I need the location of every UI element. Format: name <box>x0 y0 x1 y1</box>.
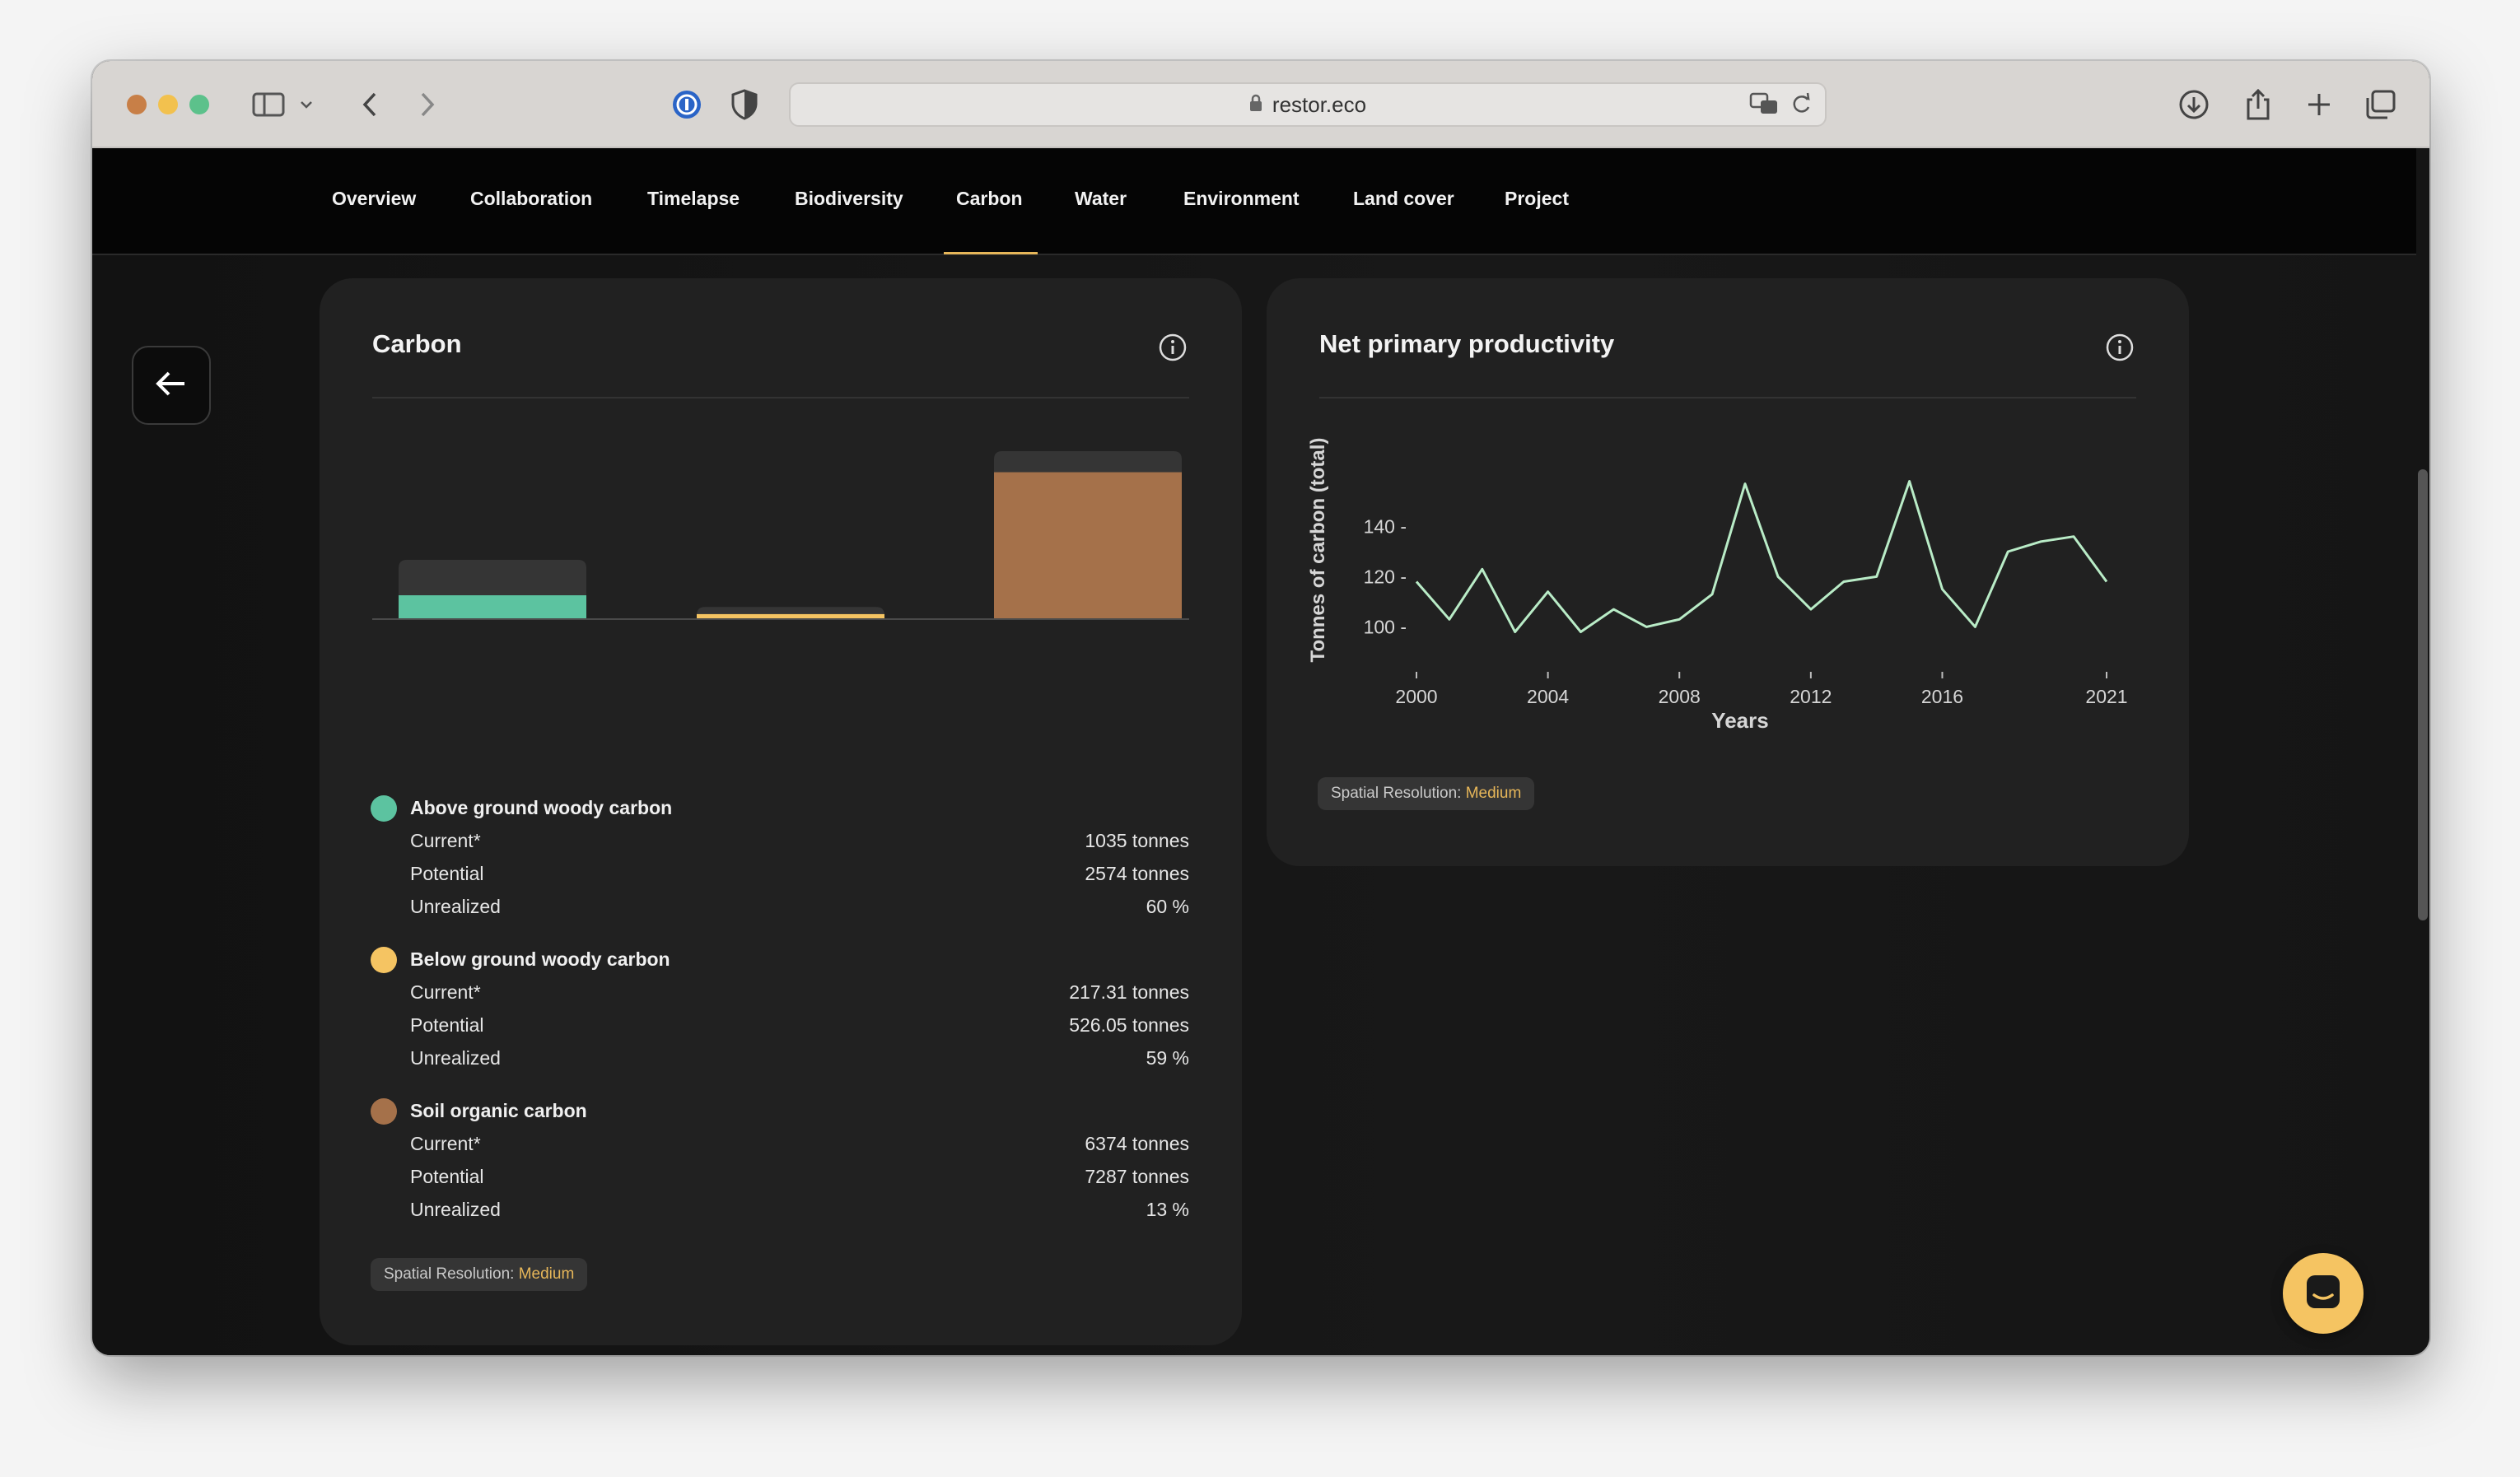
new-tab-icon[interactable] <box>2301 86 2337 123</box>
maximize-window-button[interactable] <box>189 95 209 114</box>
tab-project[interactable]: Project <box>1505 188 1569 221</box>
back-button[interactable] <box>132 346 211 425</box>
tab-land-cover[interactable]: Land cover <box>1353 188 1454 221</box>
npp-card-title: Net primary productivity <box>1319 329 1615 358</box>
tab-overview-icon[interactable] <box>2362 86 2398 123</box>
x-tick-label: 2021 <box>2085 686 2127 707</box>
badge-label: Spatial Resolution: <box>1331 785 1462 802</box>
badge-label: Spatial Resolution: <box>384 1265 515 1283</box>
legend-heading-above-ground: Above ground woody carbon <box>410 797 673 818</box>
y-axis-label: Tonnes of carbon (total) <box>1307 438 1329 663</box>
bar-current <box>994 472 1182 619</box>
spatial-resolution-badge: Spatial Resolution: Medium <box>371 1258 588 1291</box>
spatial-resolution-badge: Spatial Resolution: Medium <box>1318 777 1535 810</box>
legend-row-label: Potential <box>410 863 484 884</box>
password-manager-icon[interactable] <box>669 86 705 123</box>
legend-row-label: Current* <box>410 1133 481 1154</box>
badge-value: Medium <box>518 1265 575 1283</box>
page-content: Overview Collaboration Timelapse Biodive… <box>92 148 2429 1355</box>
support-chat-button[interactable] <box>2283 1253 2364 1334</box>
legend-row-label: Potential <box>410 1014 484 1036</box>
legend-row-value: 59 % <box>1146 1047 1189 1069</box>
card-divider <box>1319 397 2136 398</box>
legend-row-value: 2574 tonnes <box>1085 863 1189 884</box>
y-tick-label: 120 - <box>1364 566 1407 587</box>
npp-card: Net primary productivity Tonnes of carbo… <box>1267 278 2189 866</box>
forward-nav-icon[interactable] <box>415 86 440 123</box>
chat-icon <box>2304 1273 2342 1315</box>
sidebar-toggle-icon[interactable] <box>250 86 287 123</box>
card-divider <box>372 397 1189 398</box>
x-tick-label: 2008 <box>1659 686 1701 707</box>
translate-icon[interactable] <box>1749 92 1779 121</box>
active-tab-indicator <box>944 252 1038 254</box>
carbon-card-title: Carbon <box>372 329 462 358</box>
bar-current <box>399 595 586 619</box>
npp-line-chart: Tonnes of carbon (total) 100 - 120 - 140 -… <box>1307 438 2128 733</box>
badge-value: Medium <box>1465 785 1522 802</box>
carbon-bar-chart <box>372 451 1189 620</box>
info-icon[interactable] <box>2105 333 2135 362</box>
arrow-left-icon <box>155 370 188 402</box>
npp-series-line <box>1415 480 2108 633</box>
downloads-icon[interactable] <box>2176 86 2212 123</box>
address-bar[interactable]: restor.eco <box>789 82 1827 127</box>
legend-row-value: 217.31 tonnes <box>1069 981 1189 1003</box>
legend-row-label: Unrealized <box>410 1199 501 1220</box>
carbon-card: Carbon Above ground woody carbon Current… <box>320 278 1242 1345</box>
tab-water[interactable]: Water <box>1075 188 1127 221</box>
share-icon[interactable] <box>2240 86 2276 123</box>
legend-row-label: Unrealized <box>410 896 501 917</box>
tab-carbon[interactable]: Carbon <box>956 188 1023 221</box>
tab-environment[interactable]: Environment <box>1183 188 1300 221</box>
legend-row-value: 13 % <box>1146 1199 1189 1220</box>
y-tick-label: 140 - <box>1364 515 1407 537</box>
x-tick-label: 2012 <box>1790 686 1832 707</box>
x-axis-label: Years <box>1711 708 1768 733</box>
y-tick-label: 100 - <box>1364 616 1407 637</box>
legend-row-value: 60 % <box>1146 896 1189 917</box>
lock-icon <box>1249 92 1262 118</box>
minimize-window-button[interactable] <box>158 95 178 114</box>
url-text: restor.eco <box>1272 91 1367 117</box>
close-window-button[interactable] <box>127 95 147 114</box>
reload-icon[interactable] <box>1790 92 1812 121</box>
section-tab-bar: Overview Collaboration Timelapse Biodive… <box>92 148 2416 255</box>
privacy-shield-icon[interactable] <box>726 86 763 123</box>
legend-heading-soil-organic: Soil organic carbon <box>410 1100 587 1121</box>
chevron-down-icon[interactable] <box>298 86 315 123</box>
legend-heading-below-ground: Below ground woody carbon <box>410 948 670 970</box>
tab-collaboration[interactable]: Collaboration <box>470 188 592 221</box>
legend-dot-soil-organic <box>371 1098 397 1125</box>
back-nav-icon[interactable] <box>357 86 382 123</box>
legend-dot-above-ground <box>371 795 397 822</box>
legend-row-value: 526.05 tonnes <box>1069 1014 1189 1036</box>
legend-row-label: Unrealized <box>410 1047 501 1069</box>
page-scrollbar[interactable] <box>2418 469 2428 920</box>
legend-dot-below-ground <box>371 947 397 973</box>
tab-overview[interactable]: Overview <box>332 188 416 221</box>
legend-row-label: Potential <box>410 1166 484 1187</box>
x-tick-label: 2004 <box>1527 686 1569 707</box>
legend-row-label: Current* <box>410 830 481 851</box>
browser-window: restor.eco Overview Collaboration Timela… <box>92 61 2429 1355</box>
legend-row-label: Current* <box>410 981 481 1003</box>
legend-row-value: 7287 tonnes <box>1085 1166 1189 1187</box>
x-tick-label: 2016 <box>1921 686 1963 707</box>
tab-timelapse[interactable]: Timelapse <box>647 188 740 221</box>
browser-toolbar: restor.eco <box>92 61 2429 148</box>
legend-row-value: 1035 tonnes <box>1085 830 1189 851</box>
info-icon[interactable] <box>1158 333 1188 362</box>
legend-row-value: 6374 tonnes <box>1085 1133 1189 1154</box>
tab-biodiversity[interactable]: Biodiversity <box>795 188 903 221</box>
x-tick-label: 2000 <box>1395 686 1437 707</box>
